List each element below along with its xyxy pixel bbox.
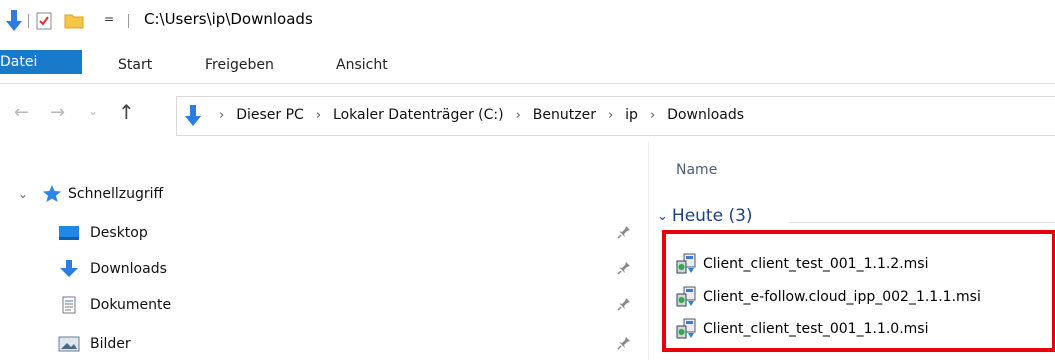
- pin-icon[interactable]: [616, 335, 632, 351]
- chevron-down-icon[interactable]: ⌄: [18, 187, 42, 201]
- documents-icon: [62, 296, 76, 314]
- sidebar-item-label: Downloads: [90, 261, 167, 277]
- breadcrumb-separator[interactable]: ›: [316, 108, 321, 123]
- navigation-pane: ⌄ Schnellzugriff Desktop Downloads Dokum…: [0, 142, 648, 360]
- file-list: Name ⌄ Heute (3) Client_client_test_001_…: [648, 142, 1055, 360]
- msi-installer-icon: [676, 286, 696, 307]
- group-header[interactable]: ⌄ Heute (3): [657, 206, 753, 226]
- breadcrumb-separator[interactable]: ›: [219, 108, 224, 123]
- download-arrow-icon[interactable]: [6, 9, 22, 33]
- chevron-down-icon[interactable]: ⌄: [657, 209, 668, 224]
- sidebar-item-label: Dokumente: [90, 297, 172, 313]
- new-folder-icon[interactable]: [64, 13, 84, 29]
- breadcrumb-downloads[interactable]: Downloads: [667, 107, 744, 123]
- star-icon: [43, 185, 61, 202]
- breadcrumb-separator[interactable]: ›: [650, 108, 655, 123]
- file-name: Client_e-follow.cloud_ipp_002_1.1.1.msi: [703, 289, 981, 305]
- list-item[interactable]: Client_e-follow.cloud_ipp_002_1.1.1.msi: [675, 285, 981, 309]
- quick-access-node[interactable]: ⌄ Schnellzugriff: [18, 184, 163, 204]
- sidebar-item-bilder[interactable]: Bilder: [58, 330, 638, 358]
- msi-installer-icon: [676, 318, 696, 339]
- properties-icon[interactable]: [36, 12, 52, 30]
- pin-icon[interactable]: [616, 260, 632, 276]
- pin-icon[interactable]: [616, 224, 632, 240]
- window-title: C:\Users\ip\Downloads: [144, 10, 313, 28]
- toolbar-separator: [28, 14, 29, 28]
- msi-installer-icon: [676, 253, 696, 274]
- sidebar-item-dokumente[interactable]: Dokumente: [58, 291, 638, 319]
- tab-datei[interactable]: Datei: [0, 50, 82, 74]
- customize-toolbar-icon[interactable]: =: [104, 12, 114, 26]
- breadcrumb: › Dieser PC › Lokaler Datenträger (C:) ›…: [219, 107, 744, 123]
- forward-arrow-icon[interactable]: →: [50, 102, 65, 123]
- back-arrow-icon[interactable]: ←: [14, 102, 29, 123]
- pictures-icon: [58, 336, 80, 352]
- tab-ansicht[interactable]: Ansicht: [336, 50, 388, 80]
- chevron-down-icon[interactable]: ⌄: [88, 104, 98, 118]
- sidebar-item-label: Bilder: [90, 336, 131, 352]
- sidebar-item-label: Desktop: [90, 225, 148, 241]
- breadcrumb-ip[interactable]: ip: [625, 107, 638, 123]
- list-item[interactable]: Client_client_test_001_1.1.0.msi: [675, 317, 928, 341]
- ribbon: Datei Start Freigeben Ansicht: [0, 44, 1055, 84]
- up-arrow-icon[interactable]: ↑: [118, 100, 135, 124]
- breadcrumb-separator[interactable]: ›: [516, 108, 521, 123]
- breadcrumb-dieser-pc[interactable]: Dieser PC: [236, 107, 304, 123]
- desktop-icon: [59, 226, 79, 240]
- group-title: Heute (3): [671, 206, 753, 226]
- address-bar[interactable]: › Dieser PC › Lokaler Datenträger (C:) ›…: [176, 96, 1055, 136]
- tab-start[interactable]: Start: [118, 50, 152, 80]
- navigation-bar: ← → ⌄ ↑ › Dieser PC › Lokaler Datenträge…: [0, 90, 1055, 142]
- breadcrumb-separator[interactable]: ›: [608, 108, 613, 123]
- group-divider: [789, 222, 1055, 223]
- quick-access-label: Schnellzugriff: [68, 186, 164, 202]
- toolbar-separator: [128, 14, 129, 28]
- breadcrumb-benutzer[interactable]: Benutzer: [533, 107, 596, 123]
- sidebar-item-downloads[interactable]: Downloads: [58, 255, 638, 283]
- list-item[interactable]: Client_client_test_001_1.1.2.msi: [675, 252, 928, 276]
- title-bar: = C:\Users\ip\Downloads: [0, 0, 1055, 44]
- file-name: Client_client_test_001_1.1.2.msi: [703, 256, 929, 272]
- sidebar-item-desktop[interactable]: Desktop: [58, 219, 638, 247]
- pin-icon[interactable]: [616, 296, 632, 312]
- breadcrumb-local-disk[interactable]: Lokaler Datenträger (C:): [333, 107, 504, 123]
- downloads-location-icon: [185, 105, 201, 126]
- file-name: Client_client_test_001_1.1.0.msi: [703, 321, 929, 337]
- column-header-name[interactable]: Name: [676, 162, 717, 178]
- downloads-icon: [60, 260, 78, 277]
- tab-freigeben[interactable]: Freigeben: [205, 50, 274, 80]
